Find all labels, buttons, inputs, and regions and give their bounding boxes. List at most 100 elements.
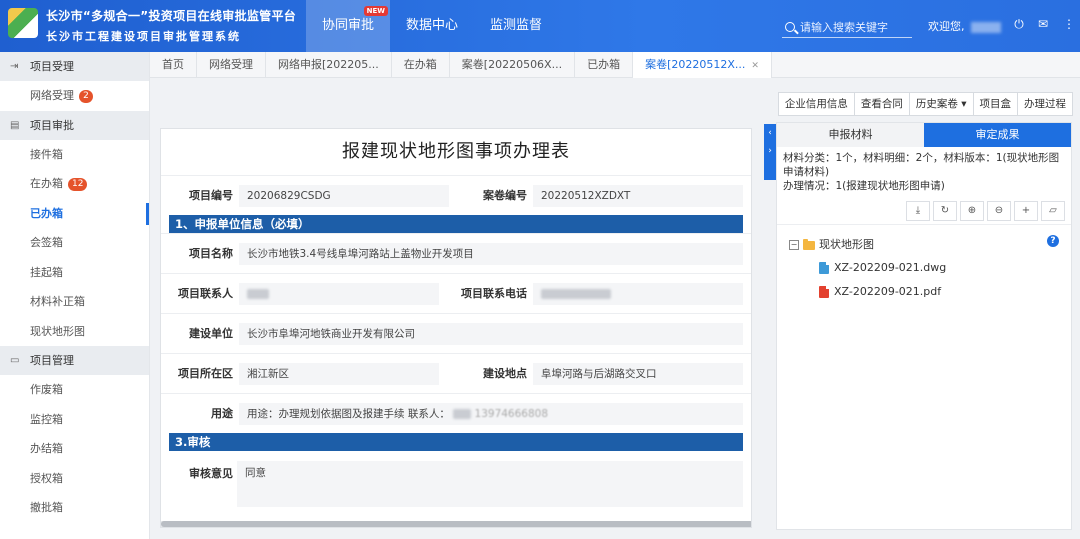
sidebar-item-completed[interactable]: 办结箱 xyxy=(0,434,149,464)
tab-case-0512[interactable]: 案卷[20220512X... ✕ xyxy=(633,52,772,78)
file-actions: ⤓ ↻ ⊕ ⊖ + ▱ xyxy=(777,201,1071,225)
sidebar-item-network-receive[interactable]: 网络受理 2 xyxy=(0,81,149,111)
sidebar-item-revoke[interactable]: 撤批箱 xyxy=(0,493,149,523)
close-icon[interactable]: ✕ xyxy=(751,61,759,71)
scrollbar-thumb[interactable] xyxy=(161,521,751,527)
zoom-in-icon[interactable]: ⊕ xyxy=(960,201,984,221)
credit-info-button[interactable]: 企业信用信息 xyxy=(777,92,855,116)
phone-redacted xyxy=(541,289,611,299)
platform-logo-icon xyxy=(8,8,38,38)
nav-collab-approval[interactable]: 协同审批 NEW xyxy=(306,0,391,52)
site-label: 建设地点 xyxy=(483,367,527,380)
form-row: 建设单位 长沙市阜埠河地铁商业开发有限公司 xyxy=(161,313,751,353)
approve-icon: ▤ xyxy=(10,119,20,131)
nav-data-center[interactable]: 数据中心 xyxy=(390,0,474,52)
add-icon[interactable]: + xyxy=(1014,201,1038,221)
folder-icon xyxy=(803,238,815,250)
sidebar-item-void[interactable]: 作废箱 xyxy=(0,375,149,405)
purpose-contact-redacted xyxy=(453,409,472,419)
receive-icon: ⇥ xyxy=(10,61,19,72)
main-nav: 协同审批 NEW 数据中心 监测监督 xyxy=(306,0,558,52)
tab-in-progress[interactable]: 在办箱 xyxy=(392,52,450,78)
view-contract-button[interactable]: 查看合同 xyxy=(853,92,910,116)
sidebar-item-done[interactable]: 已办箱 xyxy=(0,199,149,229)
review-label: 审核意见 xyxy=(189,467,233,480)
refresh-icon[interactable]: ↻ xyxy=(933,201,957,221)
materials-panel: 申报材料 审定成果 材料分类：1个，材料明细：2个，材料版本：1(现状地形图申请… xyxy=(776,122,1072,530)
materials-tabs: 申报材料 审定成果 xyxy=(777,123,1071,147)
nav-monitoring[interactable]: 监测监督 xyxy=(474,0,558,52)
sidebar-item-authorize[interactable]: 授权箱 xyxy=(0,464,149,494)
horizontal-scrollbar[interactable] xyxy=(161,521,751,527)
tab-case-0506[interactable]: 案卷[20220506X... xyxy=(450,52,576,78)
pdf-file-icon xyxy=(819,286,829,298)
district-label: 项目所在区 xyxy=(178,367,233,380)
collapse-handle[interactable]: ‹ › xyxy=(764,124,776,180)
file-item-dwg[interactable]: XZ-202209-021.dwg xyxy=(777,257,1071,279)
tab-home[interactable]: 首页 xyxy=(150,52,197,78)
form-row: 审核意见 同意 xyxy=(161,451,751,511)
file-item-pdf[interactable]: XZ-202209-021.pdf xyxy=(777,281,1071,303)
case-toolbar: 企业信用信息 查看合同 历史案卷 ▾ 项目盒 办理过程 xyxy=(773,92,1073,116)
power-icon[interactable]: ⏻ xyxy=(1012,17,1026,31)
search-icon xyxy=(785,21,795,32)
zoom-out-icon[interactable]: ⊖ xyxy=(987,201,1011,221)
count-badge: 2 xyxy=(79,89,93,103)
sidebar-item-topo-map[interactable]: 现状地形图 xyxy=(0,317,149,347)
tab-network-apply[interactable]: 网络申报[202205... xyxy=(266,52,392,78)
edit-icon[interactable]: ▱ xyxy=(1041,201,1065,221)
sidebar-item-suspended[interactable]: 挂起箱 xyxy=(0,258,149,288)
form-row: 项目名称 长沙市地铁3.4号线阜埠河路站上盖物业开发项目 xyxy=(161,233,751,273)
project-no-field: 20206829CSDG xyxy=(239,185,449,207)
more-icon[interactable]: ⋮ xyxy=(1062,17,1076,31)
review-field[interactable]: 同意 xyxy=(237,461,743,507)
project-box-button[interactable]: 项目盒 xyxy=(972,92,1018,116)
new-badge: NEW xyxy=(363,6,389,16)
purpose-phone: 13974666808 xyxy=(474,408,549,420)
tab-done[interactable]: 已办箱 xyxy=(575,52,634,78)
sidebar-group-approve[interactable]: ▤ 项目审批 xyxy=(0,110,149,140)
process-button[interactable]: 办理过程 xyxy=(1017,92,1073,116)
mail-icon[interactable]: ✉ xyxy=(1036,17,1050,31)
tab-bar: 首页 网络受理 网络申报[202205... 在办箱 案卷[20220506X.… xyxy=(150,52,1080,78)
tree-folder[interactable]: − 现状地形图 xyxy=(777,235,1071,255)
materials-summary: 材料分类：1个，材料明细：2个，材料版本：1(现状地形图申请材料) 办理情况：1… xyxy=(783,152,1060,192)
history-case-dropdown[interactable]: 历史案卷 ▾ xyxy=(908,92,974,116)
download-icon[interactable]: ⤓ xyxy=(906,201,930,221)
district-field: 湘江新区 xyxy=(239,363,439,385)
section-review: 3.审核 xyxy=(169,433,743,451)
form-row: 项目联系人 项目联系电话 xyxy=(161,273,751,313)
project-no-label: 项目编号 xyxy=(189,189,233,202)
welcome-text: 欢迎您, xyxy=(928,18,1001,34)
build-unit-field: 长沙市阜埠河地铁商业开发有限公司 xyxy=(239,323,743,345)
collapse-toggle-icon[interactable]: − xyxy=(789,240,799,250)
tab-network-receive[interactable]: 网络受理 xyxy=(197,52,266,78)
sidebar-item-countersign[interactable]: 会签箱 xyxy=(0,228,149,258)
file-tree: ? − 现状地形图 XZ-202209-021.dwg XZ-202209-02… xyxy=(777,225,1071,303)
tab-submitted-materials[interactable]: 申报材料 xyxy=(777,123,924,147)
form-row: 项目编号 20206829CSDG 案卷编号 20220512XZDXT xyxy=(161,175,751,215)
sidebar-group-manage[interactable]: ▭ 项目管理 xyxy=(0,346,149,375)
brand-title: 长沙市“多规合一”投资项目在线审批监管平台 xyxy=(46,9,297,23)
brand-subtitle: 长沙市工程建设项目审批管理系统 xyxy=(46,30,241,43)
form-title: 报建现状地形图事项办理表 xyxy=(342,141,570,162)
sidebar-group-receive[interactable]: ⇥ 项目受理 xyxy=(0,52,149,81)
username-redacted xyxy=(970,21,1001,33)
manage-icon: ▭ xyxy=(10,355,20,366)
site-field: 阜埠河路与后湖路交叉口 xyxy=(533,363,743,385)
purpose-label: 用途 xyxy=(211,407,233,420)
tab-approved-results[interactable]: 审定成果 xyxy=(924,123,1071,147)
sidebar-item-material-fix[interactable]: 材料补正箱 xyxy=(0,287,149,317)
top-header: 长沙市“多规合一”投资项目在线审批监管平台 长沙市工程建设项目审批管理系统 协同… xyxy=(0,0,1080,52)
contact-phone-label: 项目联系电话 xyxy=(461,287,527,300)
case-no-label: 案卷编号 xyxy=(483,189,527,202)
chevron-right-icon: › xyxy=(768,146,772,156)
help-icon[interactable]: ? xyxy=(1047,235,1059,247)
dwg-file-icon xyxy=(819,262,829,274)
purpose-field: 用途：办理规划依据图及报建手续 联系人： 13974666808 xyxy=(239,403,743,425)
contact-label: 项目联系人 xyxy=(178,287,233,300)
sidebar-item-in-progress[interactable]: 在办箱 12 xyxy=(0,169,149,199)
sidebar-item-monitor[interactable]: 监控箱 xyxy=(0,405,149,435)
search-input[interactable]: 请输入搜索关键字 xyxy=(782,16,912,38)
sidebar-item-inbox[interactable]: 接件箱 xyxy=(0,140,149,170)
